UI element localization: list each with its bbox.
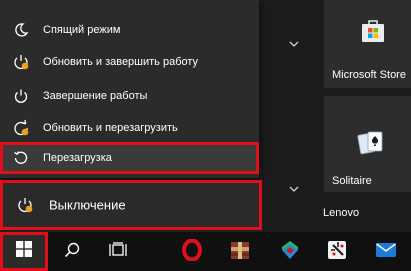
archive-icon	[229, 239, 251, 266]
menu-item-sleep[interactable]: Спящий режим	[0, 14, 259, 46]
search-button[interactable]	[56, 236, 88, 268]
task-view-icon	[109, 241, 127, 263]
start-button[interactable]	[0, 232, 48, 271]
menu-item-shutdown[interactable]: Завершение работы	[0, 80, 259, 112]
power-button-label: Выключение	[49, 197, 126, 213]
menu-item-label: Обновить и перезагрузить	[43, 122, 178, 134]
menu-item-label: Спящий режим	[43, 24, 121, 36]
restart-icon	[12, 149, 30, 167]
update-restart-icon	[12, 119, 30, 137]
menu-item-restart[interactable]: Перезагрузка	[0, 142, 259, 174]
search-icon	[64, 242, 80, 263]
start-menu-app-list-pane	[262, 0, 320, 232]
menu-item-label: Перезагрузка	[43, 152, 112, 164]
menu-item-update-and-shutdown[interactable]: Обновить и завершить работу	[0, 46, 259, 78]
tile-label: Microsoft Store	[332, 69, 406, 81]
playing-cards-icon	[357, 130, 385, 161]
tile-label: Solitaire	[332, 175, 372, 187]
snipping-icon	[326, 238, 350, 267]
chevron-down-icon[interactable]	[289, 185, 299, 196]
tile-microsoft-store[interactable]: Microsoft Store	[324, 0, 411, 88]
update-power-icon	[12, 53, 30, 71]
moon-icon	[12, 21, 30, 39]
opera-icon	[182, 238, 202, 266]
tile-group-label[interactable]: Lenovo	[323, 207, 359, 219]
menu-item-update-and-restart[interactable]: Обновить и перезагрузить	[0, 112, 259, 144]
power-button[interactable]: Выключение	[0, 180, 262, 230]
windows-logo-icon	[16, 241, 32, 262]
snipping-taskbar-button[interactable]	[322, 236, 354, 268]
power-icon	[12, 87, 30, 105]
tile-solitaire[interactable]: Solitaire	[324, 96, 411, 192]
vpn-taskbar-button[interactable]	[274, 236, 306, 268]
opera-taskbar-button[interactable]	[176, 236, 208, 268]
task-view-button[interactable]	[102, 236, 134, 268]
chevron-down-icon[interactable]	[289, 40, 299, 51]
vpn-icon	[279, 239, 301, 266]
menu-item-label: Обновить и завершить работу	[43, 56, 199, 68]
mail-taskbar-button[interactable]	[370, 236, 402, 268]
store-bag-icon	[360, 18, 386, 49]
power-menu: Спящий режим Обновить и завершить работу…	[0, 0, 259, 178]
archive-taskbar-button[interactable]	[224, 236, 256, 268]
menu-item-label: Завершение работы	[43, 90, 148, 102]
mail-icon	[375, 241, 397, 264]
power-icon	[15, 195, 35, 215]
